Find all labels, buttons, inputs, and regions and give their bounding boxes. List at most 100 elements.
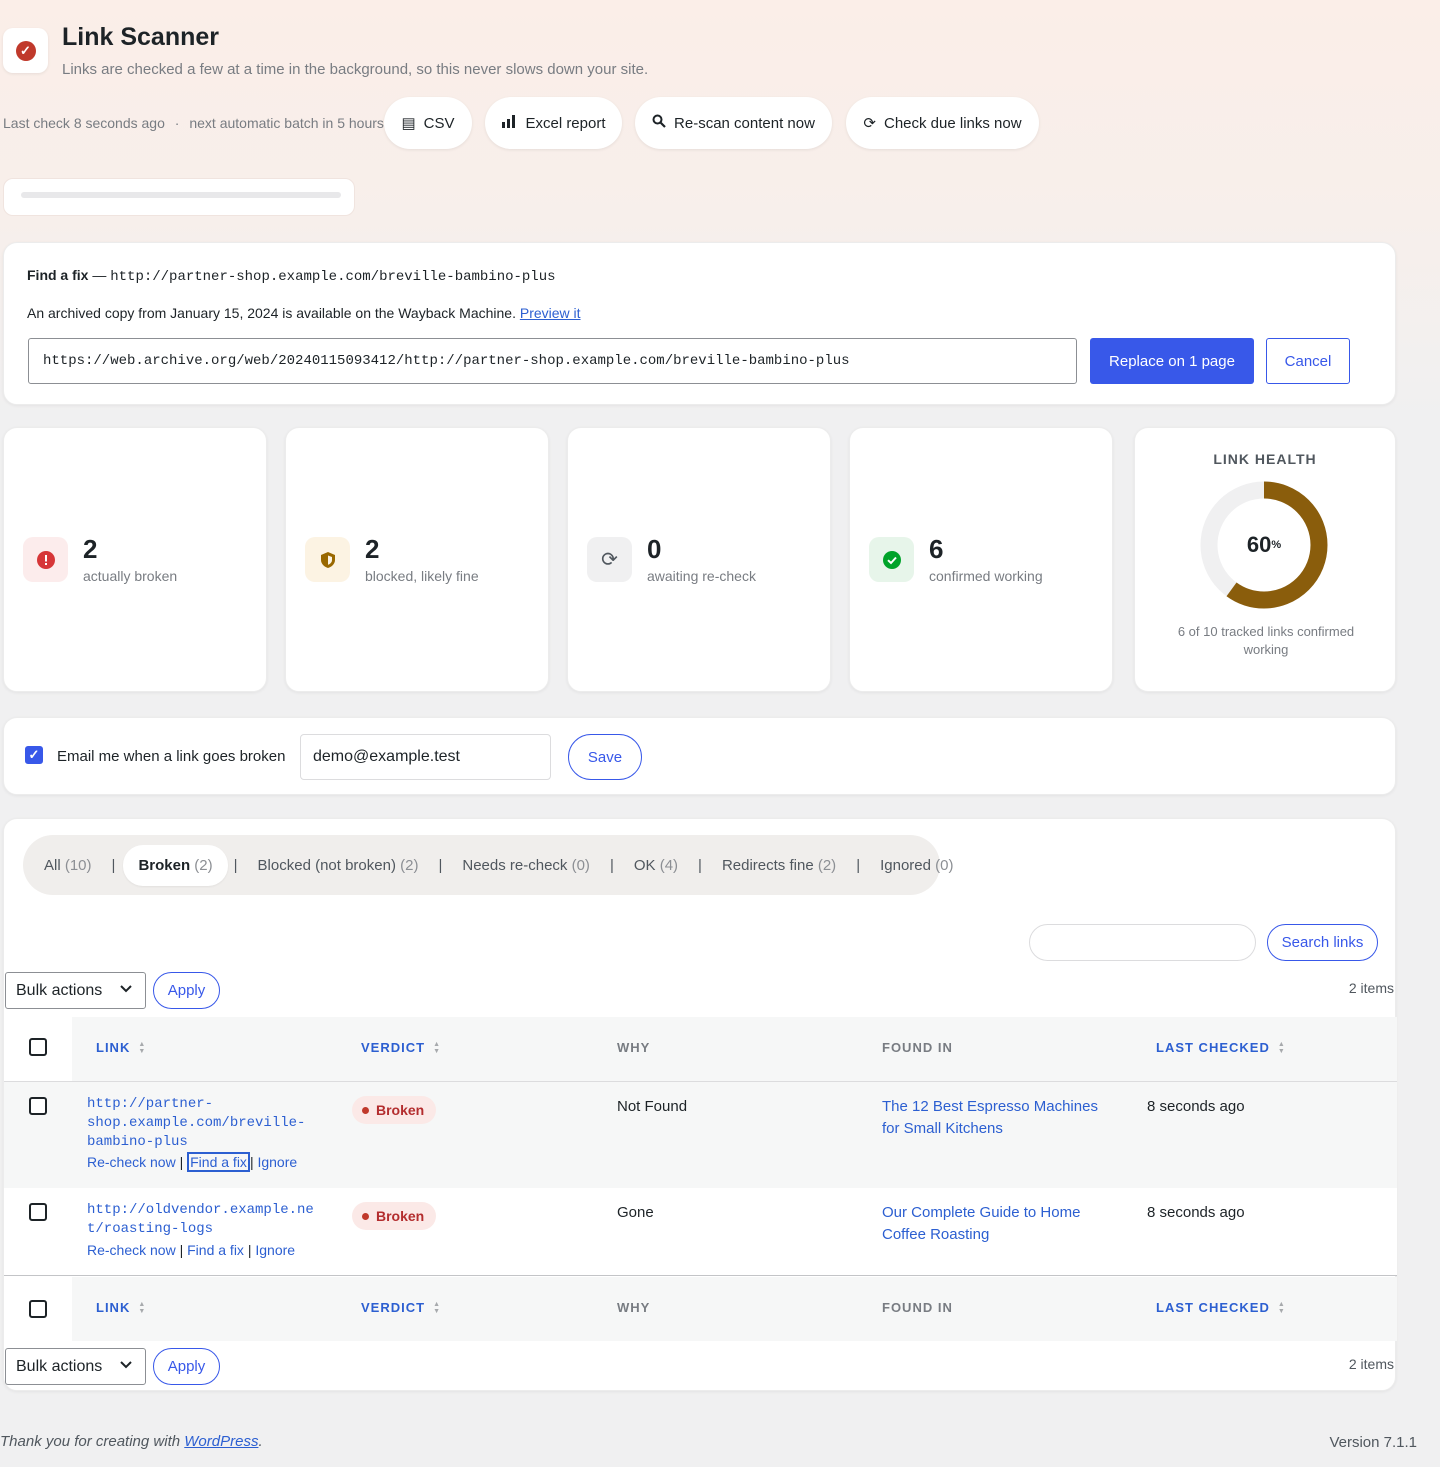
apply-button-bottom[interactable]: Apply (153, 1348, 220, 1385)
column-label: LAST CHECKED (1156, 1300, 1270, 1315)
wordpress-link[interactable]: WordPress (184, 1433, 258, 1450)
page-title: Link Scanner (62, 23, 219, 51)
rescan-button[interactable]: Re-scan content now (635, 97, 832, 149)
filter-ok[interactable]: OK (4) (632, 857, 680, 874)
found-in-link[interactable]: The 12 Best Espresso Machines for Small … (882, 1096, 1112, 1140)
sort-icon: ▲ ▼ (138, 1040, 147, 1055)
column-link[interactable]: LINK ▲ ▼ (96, 1300, 146, 1315)
scan-progress (3, 178, 355, 216)
stat-label: awaiting re-check (647, 568, 756, 584)
filter-count: (2) (194, 856, 213, 874)
fix-heading-dash: — (92, 267, 107, 283)
filter-blocked[interactable]: Blocked (not broken) (2) (256, 857, 421, 874)
chevron-down-icon (119, 1357, 133, 1374)
filter-all[interactable]: All (10) (42, 857, 94, 874)
document-icon: ▤ (401, 115, 416, 132)
filter-broken[interactable]: Broken (2) (123, 844, 228, 886)
fix-note-text: An archived copy from January 15, 2024 i… (27, 305, 516, 321)
replace-button[interactable]: Replace on 1 page (1090, 338, 1254, 384)
apply-button[interactable]: Apply (153, 972, 220, 1009)
link-url[interactable]: http://partner- shop.example.com/brevill… (87, 1095, 305, 1152)
stat-label: actually broken (83, 568, 178, 584)
csv-button[interactable]: ▤ CSV (384, 97, 472, 149)
csv-button-label: CSV (423, 114, 455, 132)
check-due-button[interactable]: ⟳ Check due links now (846, 97, 1039, 149)
bulk-actions-label: Bulk actions (16, 981, 103, 999)
fix-archive-note: An archived copy from January 15, 2024 i… (27, 305, 581, 321)
row-checkbox[interactable] (29, 1097, 47, 1115)
email-field[interactable]: demo@example.test (300, 734, 551, 780)
link-url-line: shop.example.com/breville- (87, 1115, 306, 1131)
filter-label: Broken (138, 856, 191, 874)
filter-label: OK (633, 856, 656, 874)
select-all-checkbox-bottom[interactable] (29, 1300, 47, 1318)
filter-label: All (44, 856, 61, 874)
link-url[interactable]: http://oldvendor.example.ne t/roasting-l… (87, 1201, 314, 1239)
filter-count: (2) (400, 856, 419, 874)
admin-footer-thanks: Thank you for creating with WordPress. (0, 1433, 263, 1450)
email-alert-label: Email me when a link goes broken (57, 748, 286, 765)
row-checkbox[interactable] (29, 1203, 47, 1221)
column-found-in: FOUND IN (882, 1040, 953, 1055)
search-input[interactable] (1029, 924, 1256, 961)
excel-report-button[interactable]: Excel report (485, 97, 622, 149)
recheck-link[interactable]: Re-check now (87, 1242, 176, 1258)
status-label: Broken (376, 1102, 425, 1118)
column-last-checked[interactable]: LAST CHECKED ▲ ▼ (1156, 1040, 1286, 1055)
filter-needs-recheck[interactable]: Needs re-check (0) (460, 857, 592, 874)
recheck-link[interactable]: Re-check now (87, 1154, 176, 1170)
filter-separator: | (438, 856, 443, 874)
column-label: WHY (617, 1300, 651, 1315)
sort-icon: ▲ ▼ (1277, 1040, 1286, 1055)
status-dot (362, 1212, 369, 1220)
email-alert-panel: ✓ Email me when a link goes broken demo@… (3, 717, 1396, 795)
version-text: Version 7.1.1 (1329, 1434, 1417, 1451)
status-badge: Broken (352, 1096, 437, 1124)
find-fix-panel: Find a fix — http://partner-shop.example… (3, 242, 1396, 405)
find-fix-link[interactable]: Find a fix (187, 1152, 250, 1172)
filter-count: (10) (64, 856, 92, 874)
preview-link[interactable]: Preview it (520, 305, 581, 321)
bulk-actions-select-bottom[interactable]: Bulk actions (5, 1348, 146, 1385)
shield-icon (305, 537, 350, 582)
column-label: VERDICT (361, 1040, 426, 1055)
check-due-button-label: Check due links now (884, 114, 1022, 132)
filter-count: (4) (659, 856, 679, 874)
sort-icon: ▲ ▼ (1277, 1300, 1286, 1315)
column-verdict[interactable]: VERDICT ▲ ▼ (361, 1300, 441, 1315)
last-checked-text: 8 seconds ago (1147, 1204, 1245, 1221)
find-fix-link[interactable]: Find a fix (187, 1242, 244, 1258)
column-label: WHY (617, 1040, 651, 1055)
row-actions: Re-check now | Find a fix | Ignore (87, 1242, 295, 1258)
items-count: 2 items (1348, 1356, 1394, 1372)
column-last-checked[interactable]: LAST CHECKED ▲ ▼ (1156, 1300, 1286, 1315)
found-in-link[interactable]: Our Complete Guide to Home Coffee Roasti… (882, 1202, 1112, 1246)
email-alert-checkbox[interactable]: ✓ (25, 746, 43, 764)
save-button[interactable]: Save (568, 734, 642, 780)
ignore-link[interactable]: Ignore (255, 1242, 295, 1258)
ignore-link[interactable]: Ignore (257, 1154, 297, 1170)
replacement-url-input[interactable]: https://web.archive.org/web/202401150934… (28, 338, 1077, 384)
select-all-checkbox[interactable] (29, 1038, 47, 1056)
stat-label: confirmed working (929, 568, 1043, 584)
action-separator: | (179, 1242, 184, 1258)
items-count: 2 items (1348, 980, 1394, 996)
search-links-button[interactable]: Search links (1267, 924, 1378, 961)
health-percent: 60% (1199, 480, 1329, 610)
filter-separator: | (609, 856, 614, 874)
table-row: http://partner- shop.example.com/brevill… (4, 1082, 1397, 1188)
page-subtitle: Links are checked a few at a time in the… (62, 61, 649, 78)
health-caption: 6 of 10 tracked links confirmed working (1177, 624, 1355, 657)
column-verdict[interactable]: VERDICT ▲ ▼ (361, 1040, 441, 1055)
filter-ignored[interactable]: Ignored (0) (878, 857, 955, 874)
filter-label: Blocked (not broken) (257, 856, 396, 874)
bulk-actions-select[interactable]: Bulk actions (5, 972, 146, 1009)
refresh-icon: ⟳ (587, 537, 632, 582)
cancel-button[interactable]: Cancel (1266, 338, 1350, 384)
filter-redirects[interactable]: Redirects fine (2) (720, 857, 838, 874)
links-table-panel: All (10) | Broken (2) | Blocked (not bro… (3, 818, 1397, 1391)
column-link[interactable]: LINK ▲ ▼ (96, 1040, 146, 1055)
excel-button-label: Excel report (525, 114, 606, 132)
row-actions: Re-check now | Find a fix | Ignore (87, 1152, 297, 1172)
select-all-cell (4, 1277, 72, 1341)
